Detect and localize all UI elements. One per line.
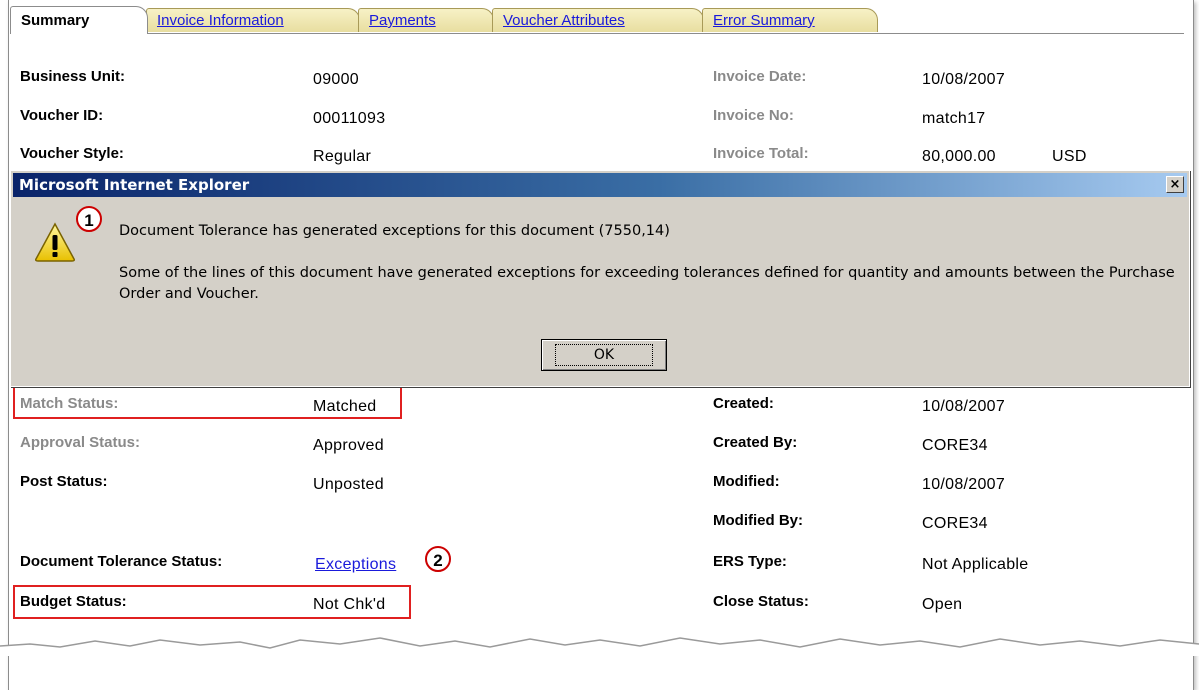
modified-by-label: Modified By: — [713, 512, 803, 529]
approval-status-label: Approval Status: — [20, 434, 141, 451]
modified-by-value: CORE34 — [922, 515, 988, 532]
dialog-message-detail: Some of the lines of this document have … — [119, 265, 1175, 302]
voucher-id-value: 00011093 — [313, 110, 386, 127]
modified-label: Modified: — [713, 473, 780, 490]
invoice-total-value: 80,000.00 — [922, 148, 996, 165]
dialog-title: Microsoft Internet Explorer — [19, 176, 250, 194]
post-status-label: Post Status: — [20, 473, 108, 490]
invoice-total-label: Invoice Total: — [713, 145, 809, 162]
tab-divider — [10, 33, 1184, 34]
tab-bar: Summary Invoice Information Payments Vou… — [10, 6, 1186, 34]
created-by-label: Created By: — [713, 434, 798, 451]
dialog-message-primary: Document Tolerance has generated excepti… — [119, 223, 670, 239]
ok-button-label: OK — [554, 344, 654, 366]
tab-invoice-information[interactable]: Invoice Information — [146, 8, 360, 32]
post-status-value: Unposted — [313, 476, 384, 493]
voucher-style-label: Voucher Style: — [20, 145, 124, 162]
callout-2: 2 — [425, 546, 451, 572]
modified-value: 10/08/2007 — [922, 476, 1006, 493]
close-status-label: Close Status: — [713, 593, 809, 610]
callout-1: 1 — [76, 206, 102, 232]
voucher-id-label: Voucher ID: — [20, 107, 104, 124]
tab-error-summary[interactable]: Error Summary — [702, 8, 878, 32]
torn-edge-decoration — [0, 637, 1199, 656]
created-label: Created: — [713, 395, 774, 412]
ok-button[interactable]: OK — [541, 339, 667, 371]
tab-payments[interactable]: Payments — [358, 8, 494, 32]
close-icon: × — [1169, 177, 1181, 192]
approval-status-value: Approved — [313, 437, 384, 454]
invoice-date-value: 10/08/2007 — [922, 71, 1006, 88]
invoice-no-value: match17 — [922, 110, 986, 127]
warning-icon — [35, 222, 75, 262]
business-unit-label: Business Unit: — [20, 68, 126, 85]
tab-voucher-attributes[interactable]: Voucher Attributes — [492, 8, 704, 32]
ers-type-value: Not Applicable — [922, 556, 1029, 573]
exceptions-link[interactable]: Exceptions — [315, 556, 396, 574]
created-by-value: CORE34 — [922, 437, 988, 454]
alert-dialog: Microsoft Internet Explorer × Document T… — [10, 170, 1190, 387]
invoice-no-label: Invoice No: — [713, 107, 794, 124]
tab-summary[interactable]: Summary — [10, 6, 148, 34]
invoice-date-label: Invoice Date: — [713, 68, 807, 85]
dialog-titlebar: Microsoft Internet Explorer × — [13, 173, 1187, 197]
invoice-currency: USD — [1052, 148, 1087, 165]
document-tolerance-status-label: Document Tolerance Status: — [20, 553, 223, 570]
ers-type-label: ERS Type: — [713, 553, 787, 570]
voucher-style-value: Regular — [313, 148, 372, 165]
match-status-highlight — [13, 385, 402, 419]
business-unit-value: 09000 — [313, 71, 359, 88]
close-button[interactable]: × — [1166, 176, 1184, 193]
created-value: 10/08/2007 — [922, 398, 1006, 415]
